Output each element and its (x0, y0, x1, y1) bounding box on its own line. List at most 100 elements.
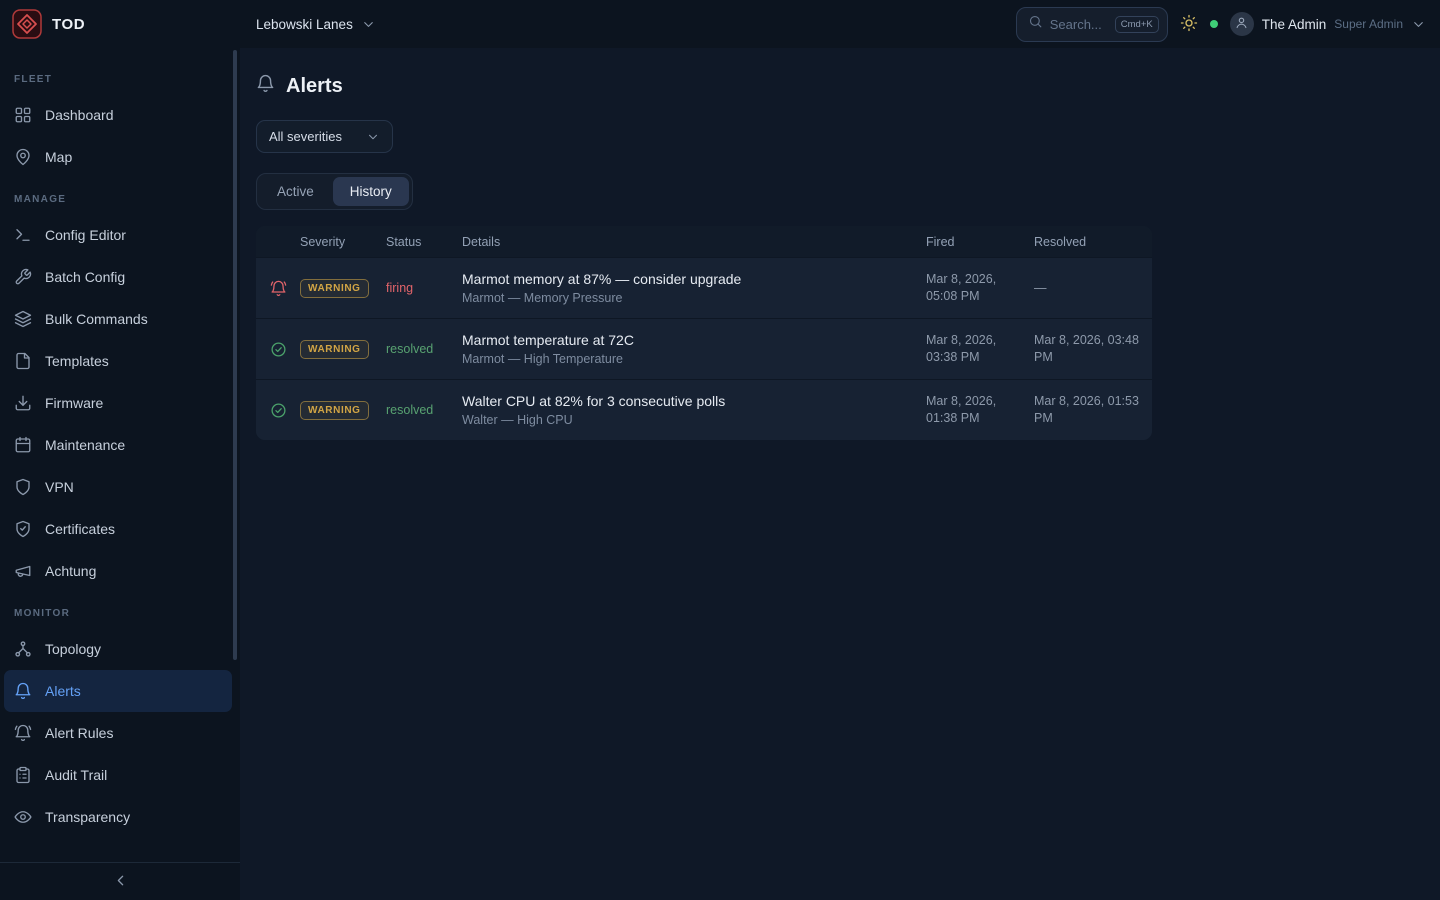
app-name: TOD (52, 16, 85, 33)
app-brand: TOD (0, 9, 240, 39)
alert-row[interactable]: WARNINGresolvedWalter CPU at 82% for 3 c… (256, 379, 1152, 440)
sidebar-item-map[interactable]: Map (4, 136, 232, 178)
sidebar-item-alert-rules[interactable]: Alert Rules (4, 712, 232, 754)
sidebar-item-batch-config[interactable]: Batch Config (4, 256, 232, 298)
sidebar-item-label: Config Editor (45, 227, 126, 243)
chevron-left-icon (112, 872, 129, 892)
sidebar-item-maintenance[interactable]: Maintenance (4, 424, 232, 466)
column-header-status: Status (386, 235, 462, 249)
column-header-resolved: Resolved (1034, 235, 1152, 249)
org-selector[interactable]: Lebowski Lanes (256, 17, 376, 32)
theme-toggle-button[interactable] (1180, 14, 1198, 35)
bell-icon (256, 74, 275, 98)
app-logo-icon (12, 9, 42, 39)
sidebar-item-label: Certificates (45, 521, 115, 537)
calendar-icon (14, 436, 32, 454)
sidebar-item-label: Transparency (45, 809, 130, 825)
sidebar-item-audit-trail[interactable]: Audit Trail (4, 754, 232, 796)
severity-badge: WARNING (300, 340, 369, 359)
user-name: The Admin (1262, 17, 1327, 32)
column-header-fired: Fired (926, 235, 1034, 249)
chevron-down-icon (1411, 17, 1426, 32)
download-icon (14, 394, 32, 412)
check-circle-icon (270, 341, 287, 358)
severity-badge: WARNING (300, 279, 369, 298)
sidebar-nav: FLEETDashboard Map MANAGE Config Editor Batc… (0, 48, 240, 862)
sidebar-section-monitor: MONITOR (4, 592, 232, 628)
eye-icon (14, 808, 32, 826)
search-shortcut-badge: Cmd+K (1115, 16, 1159, 33)
sidebar-item-label: Firmware (45, 395, 103, 411)
sidebar-item-achtung[interactable]: Achtung (4, 550, 232, 592)
shield-check-icon (14, 520, 32, 538)
shield-icon (14, 478, 32, 496)
fired-time: Mar 8, 2026, 01:38 PM (926, 393, 1034, 427)
sidebar-item-bulk-commands[interactable]: Bulk Commands (4, 298, 232, 340)
search-box[interactable]: Cmd+K (1016, 7, 1168, 42)
tab-active[interactable]: Active (260, 177, 331, 206)
alert-subtitle: Walter — High CPU (462, 413, 918, 427)
sidebar-item-label: VPN (45, 479, 74, 495)
table-header-row: SeverityStatusDetailsFiredResolved (256, 226, 1152, 257)
sidebar-item-transparency[interactable]: Transparency (4, 796, 232, 838)
alert-title: Marmot memory at 87% — consider upgrade (462, 271, 918, 287)
sidebar: FLEETDashboard Map MANAGE Config Editor Batc… (0, 48, 240, 900)
sidebar-item-vpn[interactable]: VPN (4, 466, 232, 508)
grid-icon (14, 106, 32, 124)
app-shell: FLEETDashboard Map MANAGE Config Editor Batc… (0, 48, 1440, 900)
layers-icon (14, 310, 32, 328)
sidebar-item-label: Achtung (45, 563, 96, 579)
user-icon (1234, 15, 1249, 33)
sidebar-item-alerts[interactable]: Alerts (4, 670, 232, 712)
megaphone-icon (14, 562, 32, 580)
sidebar-item-label: Topology (45, 641, 101, 657)
bell-ring-icon (14, 724, 32, 742)
topbar: TOD Lebowski Lanes Cmd+K The Admin Super… (0, 0, 1440, 48)
alert-row[interactable]: WARNING firingMarmot memory at 87% — cons… (256, 257, 1152, 318)
sidebar-item-config-editor[interactable]: Config Editor (4, 214, 232, 256)
alert-subtitle: Marmot — High Temperature (462, 352, 918, 366)
main-content: Alerts All severities ActiveHistory Seve… (240, 48, 1440, 900)
sidebar-section-fleet: FLEET (4, 58, 232, 94)
chevron-down-icon (361, 17, 376, 32)
user-menu[interactable]: The Admin Super Admin (1230, 12, 1426, 36)
alert-row[interactable]: WARNINGresolvedMarmot temperature at 72C… (256, 318, 1152, 379)
column-header-severity: Severity (300, 235, 386, 249)
topbar-controls: Cmd+K The Admin Super Admin (1016, 7, 1426, 42)
resolved-time: Mar 8, 2026, 01:53 PM (1034, 393, 1152, 427)
page-title: Alerts (286, 75, 343, 98)
sidebar-section-manage: MANAGE (4, 178, 232, 214)
fired-time: Mar 8, 2026, 05:08 PM (926, 271, 1034, 305)
sidebar-item-label: Map (45, 149, 72, 165)
status-text: firing (386, 281, 462, 295)
online-status-dot (1210, 20, 1218, 28)
sidebar-item-label: Templates (45, 353, 109, 369)
sidebar-item-certificates[interactable]: Certificates (4, 508, 232, 550)
sidebar-collapse-button[interactable] (112, 872, 129, 892)
alerts-table: SeverityStatusDetailsFiredResolved WARNI… (256, 226, 1152, 440)
sidebar-item-firmware[interactable]: Firmware (4, 382, 232, 424)
map-pin-icon (14, 148, 32, 166)
sun-icon (1180, 14, 1198, 35)
sidebar-footer (0, 862, 240, 900)
search-input[interactable] (1050, 17, 1108, 32)
resolved-time: — (1034, 280, 1152, 297)
alerts-tabs: ActiveHistory (256, 173, 413, 210)
sidebar-item-topology[interactable]: Topology (4, 628, 232, 670)
severity-filter-select[interactable]: All severities (256, 120, 393, 153)
chevron-down-icon (366, 130, 380, 144)
sidebar-item-label: Batch Config (45, 269, 125, 285)
alert-title: Walter CPU at 82% for 3 consecutive poll… (462, 393, 918, 409)
wrench-icon (14, 268, 32, 286)
page-header: Alerts (256, 74, 1424, 98)
sidebar-item-dashboard[interactable]: Dashboard (4, 94, 232, 136)
column-header-details: Details (462, 235, 926, 249)
check-circle-icon (270, 402, 287, 419)
resolved-time: Mar 8, 2026, 03:48 PM (1034, 332, 1152, 366)
tab-history[interactable]: History (333, 177, 409, 206)
sidebar-item-templates[interactable]: Templates (4, 340, 232, 382)
sidebar-scrollbar[interactable] (233, 50, 237, 660)
sidebar-item-label: Alert Rules (45, 725, 113, 741)
sidebar-item-label: Alerts (45, 683, 81, 699)
bell-icon (14, 682, 32, 700)
